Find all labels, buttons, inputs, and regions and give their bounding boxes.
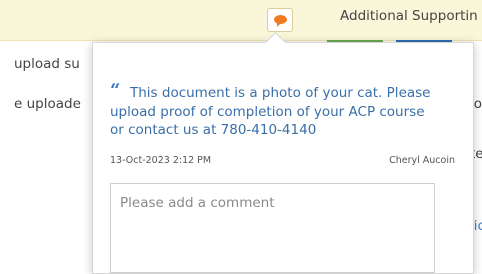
comment-author: Cheryl Aucoin	[389, 155, 455, 166]
comment-body: This document is a photo of your cat. Pl…	[110, 84, 440, 140]
comment-timestamp: 13-Oct-2023 2:12 PM	[110, 155, 212, 166]
comment-bubble-tail	[275, 22, 282, 27]
comment-toggle-button[interactable]	[267, 8, 293, 32]
comment-popover: “ This document is a photo of your cat. …	[92, 31, 474, 274]
document-row-header: Additional Supportin	[0, 0, 482, 41]
upload-row-text: upload su	[14, 56, 80, 72]
comment-input[interactable]	[110, 183, 435, 273]
uploaded-row-text: e uploade	[14, 96, 81, 112]
comment-text: This document is a photo of your cat. Pl…	[110, 85, 431, 138]
section-title: Additional Supportin	[340, 8, 478, 24]
